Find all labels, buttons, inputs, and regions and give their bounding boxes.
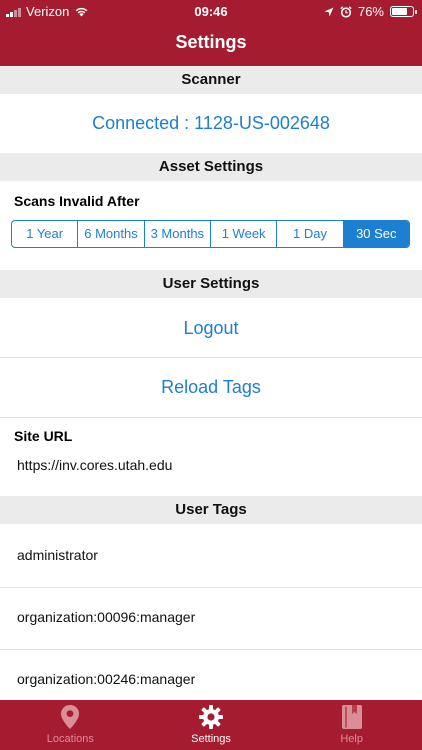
segment-6-months[interactable]: 6 Months — [78, 221, 145, 247]
site-url-label: Site URL — [14, 428, 73, 444]
tab-label: Settings — [191, 733, 231, 745]
segment-1-week[interactable]: 1 Week — [211, 221, 278, 247]
divider — [0, 357, 422, 358]
tab-help[interactable]: Help — [281, 700, 422, 750]
tab-locations[interactable]: Locations — [0, 700, 141, 750]
tab-bar: Locations Settings Help — [0, 700, 422, 750]
page-title: Settings — [175, 32, 247, 52]
user-tag-item: organization:00246:manager — [17, 671, 196, 687]
user-tag-item: administrator — [17, 547, 98, 563]
battery-percent: 76% — [357, 4, 384, 19]
segment-1-day[interactable]: 1 Day — [277, 221, 344, 247]
section-header-user-settings: User Settings — [0, 270, 422, 298]
divider — [0, 587, 422, 588]
navigation-bar: Verizon 09:46 76% Settings — [0, 0, 422, 66]
divider — [0, 649, 422, 650]
tab-label: Locations — [46, 733, 94, 745]
book-icon — [341, 705, 362, 729]
scanner-connection-button[interactable]: Connected : 1128-US-002648 — [0, 113, 422, 134]
divider — [0, 417, 422, 418]
location-pin-icon — [61, 705, 80, 729]
logout-button[interactable]: Logout — [0, 318, 422, 339]
scans-invalid-after-segmented-control: 1 Year 6 Months 3 Months 1 Week 1 Day 30… — [11, 220, 410, 248]
alarm-icon — [340, 5, 352, 18]
section-header-user-tags: User Tags — [0, 496, 422, 524]
segment-1-year[interactable]: 1 Year — [12, 221, 79, 247]
scans-invalid-after-label: Scans Invalid After — [14, 193, 140, 209]
user-tag-item: organization:00096:manager — [17, 609, 196, 625]
site-url-value[interactable]: https://inv.cores.utah.edu — [17, 457, 172, 473]
tab-label: Help — [340, 733, 363, 745]
section-header-scanner: Scanner — [0, 66, 422, 94]
status-right: 76% — [324, 4, 417, 19]
location-arrow-icon — [324, 7, 334, 16]
tab-settings[interactable]: Settings — [141, 700, 282, 750]
status-bar: Verizon 09:46 76% — [0, 0, 422, 22]
segment-3-months[interactable]: 3 Months — [145, 221, 211, 247]
reload-tags-button[interactable]: Reload Tags — [0, 377, 422, 398]
segment-30-sec[interactable]: 30 Sec — [343, 221, 409, 247]
battery-icon — [390, 6, 417, 17]
gear-icon — [199, 705, 223, 729]
section-header-asset-settings: Asset Settings — [0, 153, 422, 181]
